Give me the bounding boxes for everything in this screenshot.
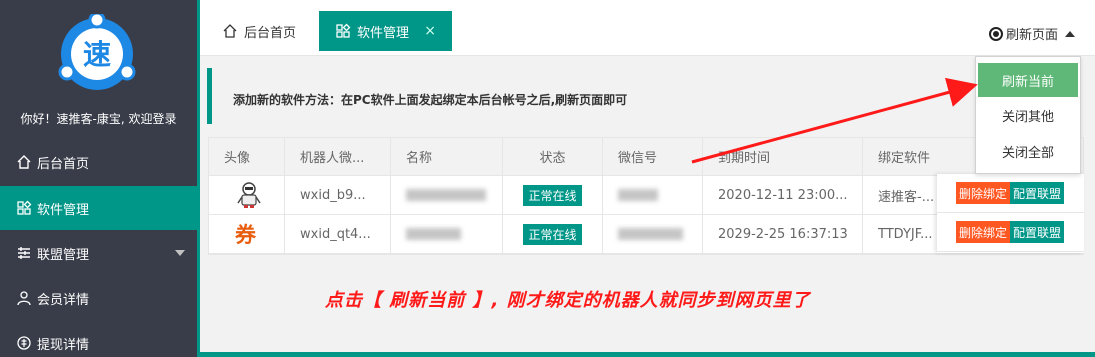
menu-item-close-all[interactable]: 关闭全部 <box>976 133 1080 169</box>
bottom-accent-bar <box>197 352 1095 357</box>
sidebar-item-label: 联盟管理 <box>37 247 90 263</box>
sidebar-item-software[interactable]: 软件管理 <box>0 186 197 230</box>
config-alliance-button[interactable]: 配置联盟 <box>1010 182 1065 204</box>
header-cell: 微信号 <box>603 138 703 175</box>
menu-item-close-others[interactable]: 关闭其他 <box>976 97 1080 133</box>
close-icon[interactable]: × <box>424 23 436 39</box>
redacted-name <box>406 228 461 240</box>
expire-cell: 2020-12-11 23:00... <box>703 176 863 214</box>
tab-software[interactable]: 软件管理 × <box>319 11 452 51</box>
robot-wxid: wxid_qt4... <box>285 215 391 253</box>
status-cell: 正常在线 <box>503 176 603 214</box>
logo-text: 速 <box>83 38 111 71</box>
sidebar-item-alliance[interactable]: 联盟管理 <box>0 231 197 275</box>
status-cell: 正常在线 <box>503 215 603 253</box>
delete-binding-button[interactable]: 删除绑定 <box>956 221 1011 243</box>
sidebar-item-label: 软件管理 <box>37 202 90 218</box>
header-cell[interactable]: 机器人微... <box>285 138 391 175</box>
refresh-dropdown: 刷新当前 关闭其他 关闭全部 <box>975 56 1081 174</box>
redacted-wechat <box>618 189 658 201</box>
sidebar-item-withdraw[interactable]: 提现详情 <box>0 321 197 357</box>
wechat-cell <box>603 176 703 214</box>
sidebar-item-label: 后台首页 <box>37 156 90 172</box>
robot-wxid: wxid_b9... <box>285 176 391 214</box>
home-icon <box>16 154 32 170</box>
header-cell: 到期时间 <box>703 138 863 175</box>
home-icon <box>222 23 238 39</box>
redacted-wechat <box>618 228 683 240</box>
redacted-name <box>406 189 486 201</box>
sidebar: 速 你好！速推客-康宝, 欢迎登录 后台首页 软件管理 联盟管理 会员详情 提现… <box>0 0 197 357</box>
name-cell <box>391 176 503 214</box>
robot-avatar-icon <box>237 182 261 208</box>
table-header: 头像 机器人微... 名称 状态 微信号 到期时间 绑定软件 <box>209 138 1083 176</box>
chevron-down-icon <box>175 250 185 256</box>
action-column: 删除绑定 配置联盟 删除绑定 配置联盟 <box>937 174 1084 253</box>
action-row: 删除绑定 配置联盟 <box>937 174 1084 213</box>
accent-bar <box>197 0 200 357</box>
logo-icon: 速 <box>58 14 136 90</box>
tab-label: 软件管理 <box>357 25 410 41</box>
header-cell: 状态 <box>503 138 603 175</box>
expire-cell: 2029-2-25 16:37:13 <box>703 215 863 253</box>
sidebar-item-label: 会员详情 <box>37 292 90 308</box>
name-cell <box>391 215 503 253</box>
tab-bar: 后台首页 软件管理 × 刷新页面 <box>197 0 1095 56</box>
refresh-menu-button[interactable]: 刷新页面 <box>989 24 1076 43</box>
sidebar-item-home[interactable]: 后台首页 <box>0 140 197 184</box>
notice-text: 添加新的软件方法：在PC软件上面发起绑定本后台帐号之后,刷新页面即可 <box>233 93 628 107</box>
tab-label: 后台首页 <box>244 25 297 41</box>
delete-binding-button[interactable]: 删除绑定 <box>956 182 1011 204</box>
withdraw-icon <box>16 335 32 351</box>
annotation-text: 点击【 刷新当前 】, 刚才绑定的机器人就同步到网页里了 <box>325 290 811 311</box>
sidebar-item-members[interactable]: 会员详情 <box>0 276 197 320</box>
menu-item-refresh-current[interactable]: 刷新当前 <box>978 63 1078 97</box>
avatar <box>209 176 285 214</box>
app-icon <box>335 23 351 39</box>
status-badge: 正常在线 <box>523 223 582 245</box>
notice-box: 添加新的软件方法：在PC软件上面发起绑定本后台帐号之后,刷新页面即可 <box>207 68 1085 124</box>
sidebar-item-label: 提现详情 <box>37 337 90 353</box>
app-icon <box>16 200 32 216</box>
config-alliance-button[interactable]: 配置联盟 <box>1010 221 1065 243</box>
wechat-cell <box>603 215 703 253</box>
welcome-text: 你好！速推客-康宝, 欢迎登录 <box>20 112 177 126</box>
caret-up-icon <box>1065 30 1076 37</box>
header-cell: 头像 <box>209 138 285 175</box>
user-icon <box>16 290 32 306</box>
refresh-menu-label: 刷新页面 <box>1006 28 1059 43</box>
header-cell: 名称 <box>391 138 503 175</box>
avatar: 券 <box>209 215 285 253</box>
status-badge: 正常在线 <box>523 184 582 206</box>
tab-home[interactable]: 后台首页 <box>222 11 296 51</box>
radio-icon <box>989 26 1003 41</box>
action-row: 删除绑定 配置联盟 <box>937 213 1084 252</box>
list-icon <box>16 245 32 261</box>
ticket-avatar-icon: 券 <box>235 223 256 247</box>
